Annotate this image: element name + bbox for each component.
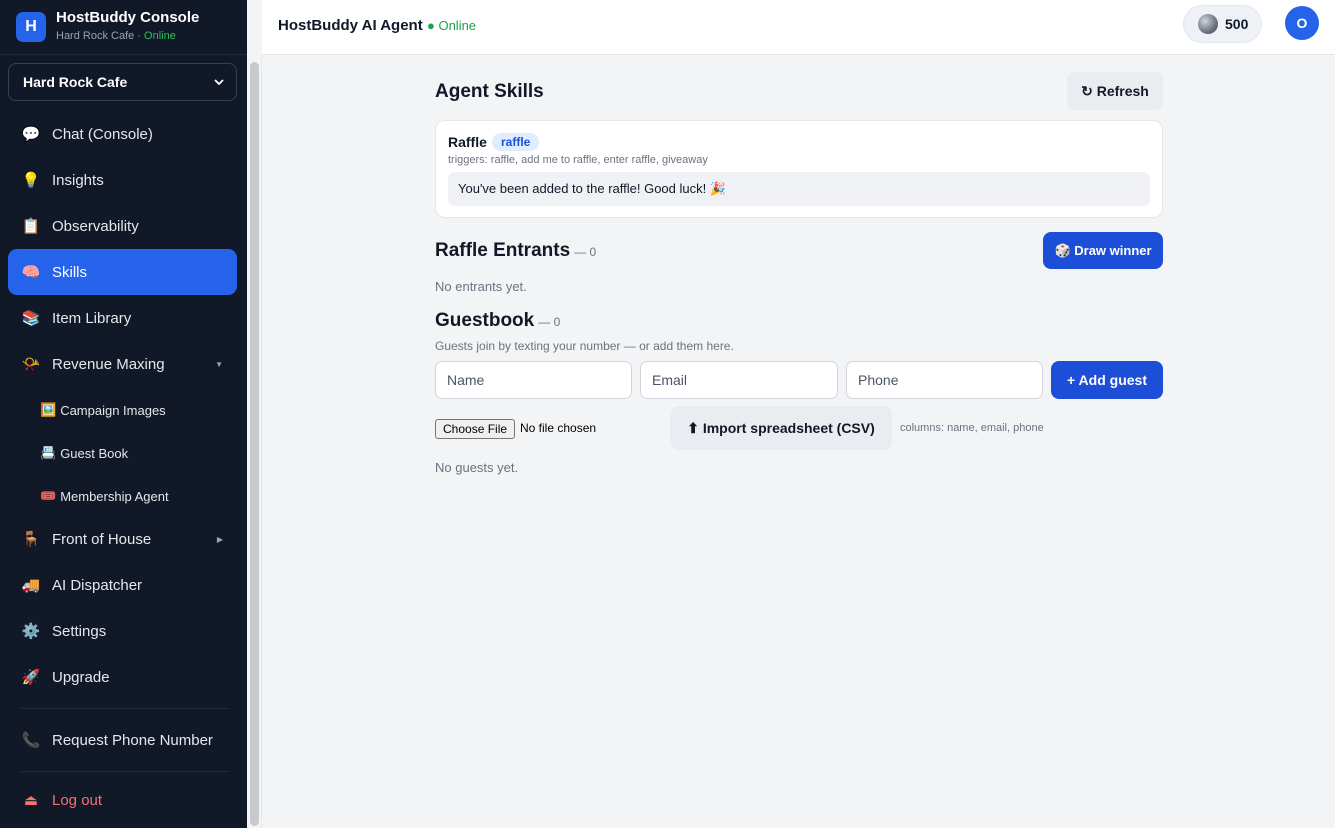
sidebar-item-label: Skills	[52, 263, 88, 281]
books-icon: 📚	[21, 310, 41, 327]
framed-picture-icon: 🖼️	[40, 402, 57, 417]
add-guest-button[interactable]: + Add guest	[1051, 361, 1163, 399]
top-header: HostBuddy AI Agent ● Online 500 O	[262, 0, 1335, 55]
guest-name-input[interactable]	[435, 361, 632, 399]
sidebar-scrollbar-thumb[interactable]	[250, 62, 259, 826]
ticket-icon: 🎟️	[40, 488, 57, 503]
sidebar-subitem-membership-agent[interactable]: 🎟️ Membership Agent	[40, 481, 169, 511]
sidebar-divider	[20, 708, 230, 709]
page-title: HostBuddy AI Agent	[278, 17, 423, 34]
sidebar-item-chat[interactable]: 💬 Chat (Console)	[8, 111, 237, 157]
sidebar-item-logout[interactable]: ⏏ Log out	[8, 777, 237, 823]
raffle-heading-text: Raffle Entrants	[435, 240, 571, 261]
skill-response: You've been added to the raffle! Good lu…	[448, 172, 1150, 206]
sidebar-item-label: Log out	[52, 791, 103, 809]
rocket-icon: 🚀	[21, 669, 41, 686]
guests-empty-text: No guests yet.	[435, 460, 519, 475]
sidebar-item-item-library[interactable]: 📚 Item Library	[8, 295, 237, 341]
file-status: No file chosen	[520, 421, 597, 435]
gear-icon: ⚙️	[21, 623, 41, 640]
truck-icon: 🚚	[21, 577, 41, 594]
sidebar-item-label: Request Phone Number	[52, 731, 213, 749]
chevron-down-icon	[214, 79, 224, 86]
credits-badge[interactable]: 500	[1183, 5, 1262, 43]
sidebar-item-skills[interactable]: 🧠 Skills	[8, 249, 237, 295]
csv-columns-hint: columns: name, email, phone	[900, 422, 1044, 434]
sidebar-subitem-guest-book[interactable]: 📇 Guest Book	[40, 438, 128, 468]
draw-winner-button[interactable]: 🎲 Draw winner	[1043, 232, 1163, 269]
sidebar-divider	[20, 771, 230, 772]
raffle-heading: Raffle Entrants — 0	[435, 240, 596, 262]
clipboard-icon: 📋	[21, 218, 41, 235]
choose-file-button[interactable]: Choose File	[435, 419, 516, 439]
horn-icon: 📯	[21, 356, 41, 373]
sidebar-item-label: Insights	[52, 171, 104, 189]
sidebar-item-label: AI Dispatcher	[52, 576, 143, 594]
guest-phone-input[interactable]	[846, 361, 1043, 399]
brand-subtitle: Hard Rock Cafe · Online	[56, 30, 176, 42]
caret-down-icon: ▼	[215, 359, 223, 369]
lightbulb-icon: 💡	[21, 172, 41, 189]
chair-icon: 🪑	[21, 531, 41, 548]
sidebar-item-label: Upgrade	[52, 668, 110, 686]
skills-heading: Agent Skills	[435, 81, 544, 102]
chat-bubble-icon: 💬	[21, 126, 41, 143]
sidebar-subitem-label: Campaign Images	[60, 402, 166, 418]
sidebar-item-label: Chat (Console)	[52, 125, 153, 143]
coin-icon	[1198, 14, 1218, 34]
venue-select-value: Hard Rock Cafe	[23, 74, 128, 90]
card-index-icon: 📇	[40, 445, 57, 460]
venue-select[interactable]: Hard Rock Cafe	[8, 63, 237, 101]
sidebar-item-revenue-maxing[interactable]: 📯 Revenue Maxing ▼	[8, 341, 237, 387]
sidebar-item-upgrade[interactable]: 🚀 Upgrade	[8, 654, 237, 700]
sidebar-subitem-label: Guest Book	[60, 445, 129, 461]
sidebar-item-observability[interactable]: 📋 Observability	[8, 203, 237, 249]
sidebar: H HostBuddy Console Hard Rock Cafe · Onl…	[0, 0, 247, 828]
sidebar-item-label: Item Library	[52, 309, 132, 327]
sidebar-item-settings[interactable]: ⚙️ Settings	[8, 608, 237, 654]
sidebar-item-ai-dispatcher[interactable]: 🚚 AI Dispatcher	[8, 562, 237, 608]
guestbook-heading: Guestbook — 0	[435, 310, 560, 332]
agent-status: ● Online	[427, 18, 477, 33]
eject-icon: ⏏	[23, 792, 39, 809]
caret-right-icon: ▶	[216, 534, 223, 544]
brand-venue: Hard Rock Cafe ·	[56, 30, 145, 42]
brand-title: HostBuddy Console	[56, 9, 200, 26]
sidebar-item-insights[interactable]: 💡 Insights	[8, 157, 237, 203]
sidebar-subitem-label: Membership Agent	[60, 488, 169, 504]
refresh-button[interactable]: ↻ Refresh	[1067, 72, 1163, 110]
brand-header: H HostBuddy Console Hard Rock Cafe · Onl…	[0, 0, 247, 55]
guestbook-heading-text: Guestbook	[435, 310, 535, 331]
sidebar-item-label: Front of House	[52, 530, 152, 548]
sidebar-item-front-of-house[interactable]: 🪑 Front of House ▶	[8, 516, 237, 562]
sidebar-subitem-campaign-images[interactable]: 🖼️ Campaign Images	[40, 395, 166, 425]
guest-email-input[interactable]	[640, 361, 838, 399]
credits-value: 500	[1225, 16, 1249, 32]
import-csv-button[interactable]: ⬆ Import spreadsheet (CSV)	[670, 406, 892, 450]
phone-icon: 📞	[21, 732, 41, 749]
skill-name: Raffle	[448, 134, 487, 150]
sidebar-item-label: Observability	[52, 217, 139, 235]
brand-logo: H	[16, 12, 46, 42]
sidebar-item-label: Settings	[52, 622, 107, 640]
avatar[interactable]: O	[1285, 6, 1319, 40]
sidebar-item-request-phone[interactable]: 📞 Request Phone Number	[8, 717, 237, 763]
brain-icon: 🧠	[21, 264, 41, 281]
skill-tag: raffle	[492, 133, 540, 151]
guestbook-description: Guests join by texting your number — or …	[435, 339, 734, 353]
skill-triggers: triggers: raffle, add me to raffle, ente…	[448, 154, 708, 166]
skill-card[interactable]: Raffle raffle triggers: raffle, add me t…	[435, 120, 1163, 218]
raffle-empty-text: No entrants yet.	[435, 279, 527, 294]
raffle-count: — 0	[574, 245, 597, 259]
guestbook-count: — 0	[538, 315, 561, 329]
sidebar-item-label: Revenue Maxing	[52, 355, 165, 373]
brand-status: Online	[144, 30, 176, 42]
